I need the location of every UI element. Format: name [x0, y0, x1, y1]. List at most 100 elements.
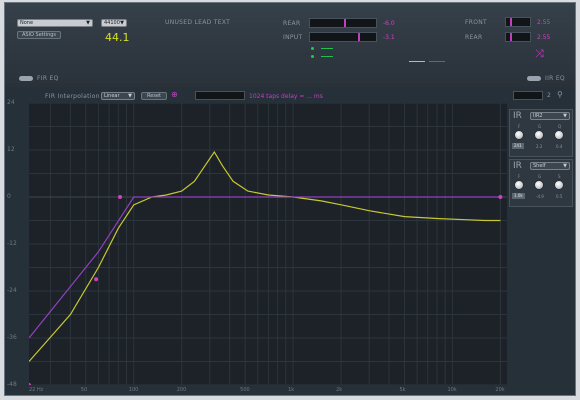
- legend-yellow-line: [409, 61, 425, 62]
- rear-value: -6.0: [383, 20, 395, 27]
- device-select[interactable]: None ▼: [17, 19, 93, 27]
- reset-button[interactable]: Reset: [141, 92, 167, 100]
- iir-eq-label: IIR EQ: [545, 75, 565, 82]
- input-label: INPUT: [283, 34, 303, 41]
- knob-value: 0.5: [556, 194, 563, 199]
- eq-control-point[interactable]: [118, 195, 123, 199]
- interpolation-select[interactable]: Linear ▼: [101, 92, 135, 100]
- settings-icon[interactable]: ⚲: [557, 90, 563, 99]
- ir-type-value-2: Shelf: [533, 163, 546, 169]
- eq-control-point[interactable]: [498, 195, 503, 199]
- route-dot-2: [311, 55, 314, 58]
- ir-title-2: IR: [513, 161, 522, 171]
- knob-value: 2.2: [536, 144, 543, 149]
- x-tick-label: 100: [128, 387, 139, 393]
- iir-toggle-switch[interactable]: [527, 76, 541, 81]
- chevron-down-icon: ▼: [86, 20, 90, 26]
- ir-filter-panel-1: IR IIR2 ▼ F G Q 241 2.2 0.4: [509, 109, 573, 157]
- top-panel: None ▼ 44100 ▼ ASIO Settings 44.1 UNUSED…: [5, 3, 575, 83]
- frequency-knob[interactable]: [514, 130, 524, 140]
- fir-eq-label: FIR EQ: [37, 75, 59, 82]
- input-meter: [309, 32, 377, 42]
- value-field-text: 2: [547, 92, 551, 99]
- y-tick-label: -24: [7, 287, 17, 294]
- rear-label: REAR: [283, 20, 301, 27]
- front-meter: [505, 17, 531, 27]
- front-value: 2.55: [537, 19, 551, 26]
- ir-type-value-1: IIR2: [533, 113, 543, 119]
- q-knob[interactable]: [554, 130, 564, 140]
- x-tick-label: 10k: [447, 387, 457, 393]
- x-tick-label: 200: [176, 387, 187, 393]
- y-tick-label: -36: [7, 334, 17, 341]
- gain-knob[interactable]: [534, 130, 544, 140]
- eq-curve-svg: [29, 103, 507, 385]
- front-meter-peak: [510, 18, 512, 26]
- knob-label: S: [558, 174, 561, 179]
- shuffle-icon[interactable]: ⤨: [535, 47, 544, 61]
- knob-value: 0.4: [556, 144, 563, 149]
- gain-knob[interactable]: [534, 180, 544, 190]
- knob-value: 241: [512, 143, 524, 149]
- x-tick-label: 5k: [399, 387, 406, 393]
- slope-knob[interactable]: [554, 180, 564, 190]
- x-tick-label: 2k: [336, 387, 343, 393]
- chevron-down-icon: ▼: [563, 163, 567, 169]
- rear2-value: 2.55: [537, 34, 551, 41]
- rate-select[interactable]: 44100 ▼: [101, 19, 127, 27]
- ir-filter-panel-2: IR Shelf ▼ F G S 1.0k -4.9 0.5: [509, 159, 573, 207]
- knob-label: Q: [558, 124, 562, 129]
- knob-value: -4.9: [536, 194, 544, 199]
- x-tick-label: 500: [240, 387, 250, 393]
- series-line-1: [29, 150, 501, 362]
- eq-control-point[interactable]: [94, 277, 99, 282]
- input-value: -3.1: [383, 34, 395, 41]
- eq-graph[interactable]: [29, 103, 507, 385]
- route-arrow-1: [321, 48, 333, 49]
- y-tick-label: -48: [7, 381, 17, 388]
- graph-toolbar: FIR Interpolation Linear ▼ Reset ⊕ 1024 …: [5, 87, 575, 101]
- unused-lead-text: UNUSED LEAD TEXT: [165, 19, 231, 26]
- eq-control-point[interactable]: [29, 383, 31, 385]
- knob-value: 1.0k: [512, 193, 525, 199]
- interpolation-select-value: Linear: [104, 93, 120, 99]
- ir-title-1: IR: [513, 111, 522, 121]
- y-tick-label: 0: [7, 193, 11, 200]
- chevron-down-icon: ▼: [563, 113, 567, 119]
- graph-panel: FIR Interpolation Linear ▼ Reset ⊕ 1024 …: [5, 87, 575, 395]
- eq-window: None ▼ 44100 ▼ ASIO Settings 44.1 UNUSED…: [4, 2, 576, 396]
- fir-interpolation-label: FIR Interpolation: [45, 93, 100, 100]
- chevron-down-icon: ▼: [120, 20, 124, 26]
- x-tick-label: 50: [80, 387, 88, 393]
- knob-label: F: [518, 124, 521, 129]
- frequency-knob[interactable]: [514, 180, 524, 190]
- fir-toggle-switch[interactable]: [19, 76, 33, 81]
- route-dot-1: [311, 47, 314, 50]
- value-field[interactable]: [513, 91, 543, 100]
- rate-select-value: 44100: [104, 20, 120, 26]
- y-tick-label: 24: [7, 99, 15, 106]
- knob-label: G: [538, 124, 542, 129]
- legend-purple-line: [429, 61, 445, 62]
- x-tick-label: 1k: [288, 387, 295, 393]
- x-tick-label: 20k: [495, 387, 505, 393]
- rear2-label: REAR: [465, 34, 483, 41]
- knob-label: F: [518, 174, 521, 179]
- zoom-icon[interactable]: ⊕: [171, 90, 178, 99]
- asio-settings-button[interactable]: ASIO Settings: [17, 31, 61, 39]
- ir-type-select-2[interactable]: Shelf ▼: [530, 162, 570, 170]
- rear2-meter: [505, 32, 531, 42]
- y-tick-label: 12: [7, 146, 15, 153]
- rear-meter: [309, 18, 377, 28]
- input-meter-peak: [358, 33, 360, 41]
- chevron-down-icon: ▼: [128, 93, 132, 99]
- status-text: 1024 taps delay = ... ms: [249, 93, 323, 100]
- rear-meter-peak: [344, 19, 346, 27]
- device-select-value: None: [20, 20, 34, 26]
- ir-type-select-1[interactable]: IIR2 ▼: [530, 112, 570, 120]
- route-arrow-2: [321, 56, 333, 57]
- x-tick-label: 22 Hz: [29, 387, 44, 393]
- front-label: FRONT: [465, 19, 487, 26]
- knob-label: G: [538, 174, 542, 179]
- taps-display-box: [195, 91, 245, 100]
